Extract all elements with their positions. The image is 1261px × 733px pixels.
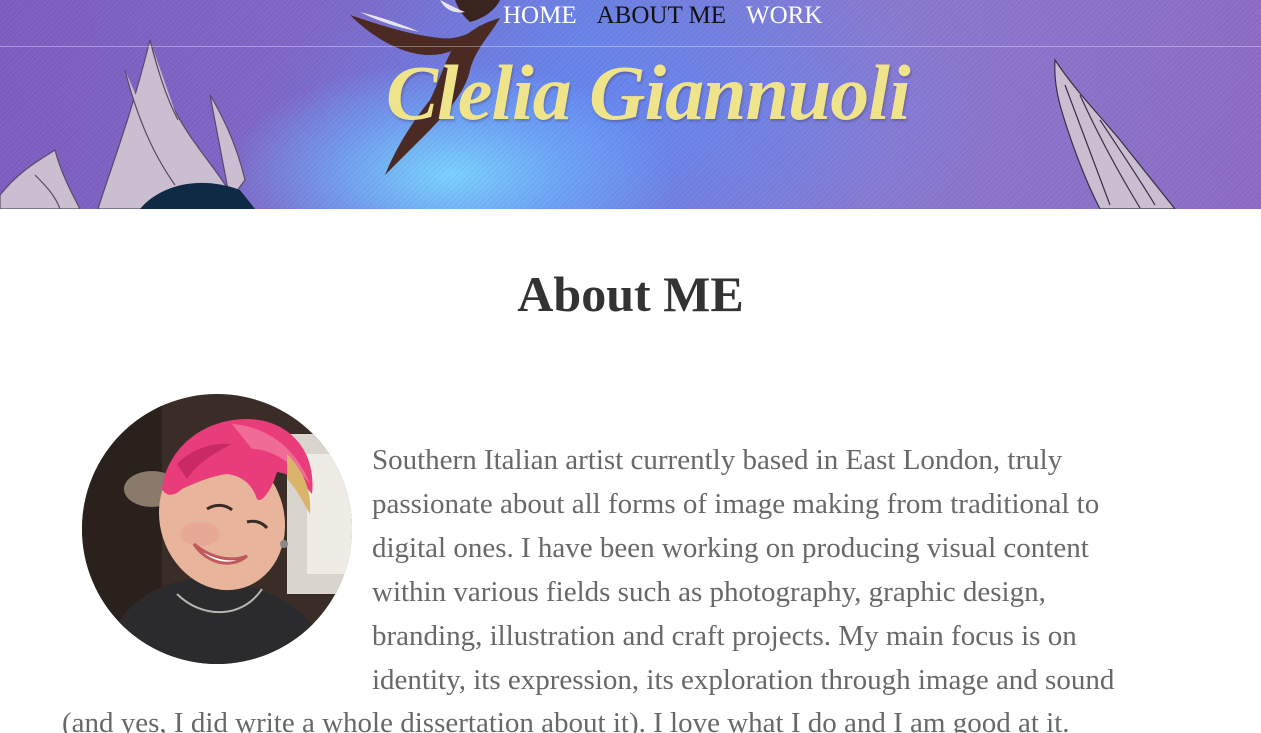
profile-photo-illustration bbox=[82, 394, 352, 664]
nav-link-home[interactable]: HOME bbox=[503, 2, 577, 30]
site-logo-title[interactable]: Clelia Giannuoli bbox=[386, 48, 911, 138]
header-banner: HOME ABOUT ME WORK Clelia Giannuoli bbox=[0, 0, 1261, 209]
nav-links: HOME ABOUT ME WORK bbox=[503, 2, 822, 30]
bio-line: digital ones. I have been working on pro… bbox=[372, 532, 1089, 564]
top-navigation: HOME ABOUT ME WORK bbox=[0, 0, 1261, 47]
bio-line: branding, illustration and craft project… bbox=[372, 620, 1077, 652]
right-wing-illustration bbox=[1054, 58, 1176, 209]
profile-photo bbox=[82, 394, 352, 664]
nav-link-work[interactable]: WORK bbox=[746, 2, 822, 30]
nav-link-about-me[interactable]: ABOUT ME bbox=[597, 2, 726, 30]
page-title: About ME bbox=[517, 266, 744, 322]
bio-line: Southern Italian artist currently based … bbox=[372, 444, 1063, 476]
bio-line: within various fields such as photograph… bbox=[372, 576, 1046, 608]
bio-line: identity, its expression, its exploratio… bbox=[372, 664, 1115, 696]
bio-line: (and yes, I did write a whole dissertati… bbox=[62, 707, 1070, 733]
bio-line: passionate about all forms of image maki… bbox=[372, 488, 1100, 520]
